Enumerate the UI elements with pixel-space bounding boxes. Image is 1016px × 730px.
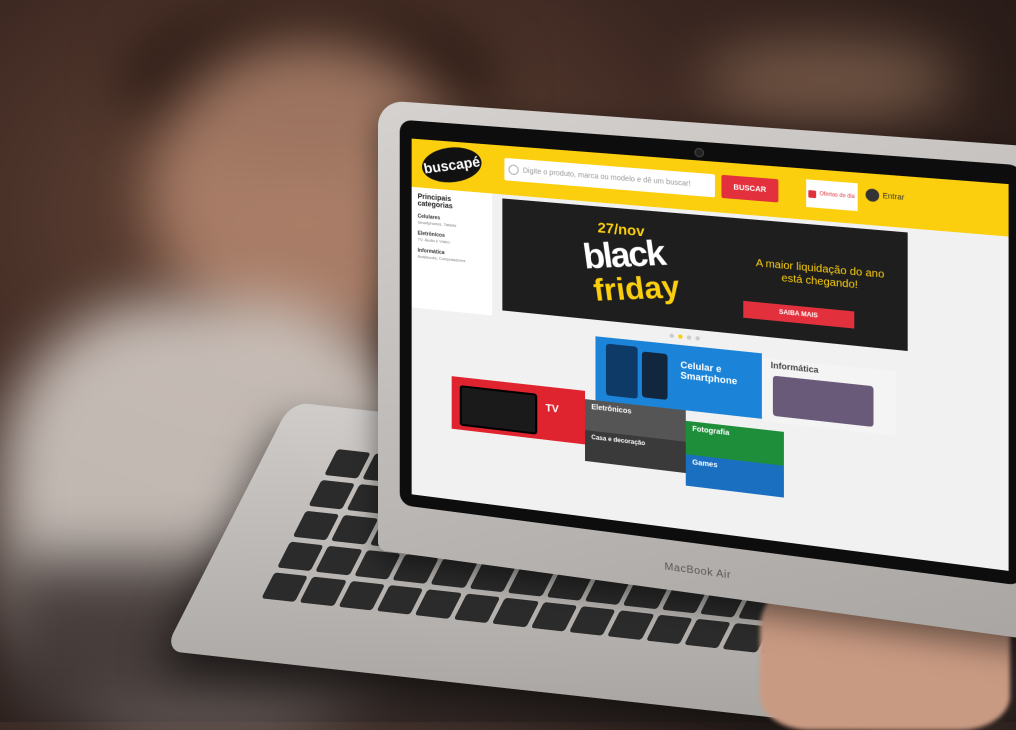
carousel-dot[interactable] — [686, 335, 692, 340]
banner-word-friday: friday — [591, 269, 683, 308]
search-placeholder: Digite o produto, marca ou modelo e dê u… — [522, 166, 691, 188]
banner-cta-button[interactable]: SAIBA MAIS — [743, 300, 855, 329]
laptop-image — [772, 375, 874, 427]
carousel-dot[interactable] — [669, 333, 674, 339]
background-lights — [700, 40, 960, 120]
carousel-dot-active[interactable] — [678, 334, 683, 339]
search-icon — [508, 164, 519, 176]
carousel-dots — [669, 333, 700, 341]
laptop-brand-label: MacBook Air — [664, 561, 732, 582]
sidebar-item-celulares[interactable]: Celulares Smartphones, Tablets — [418, 213, 486, 230]
login-link[interactable]: Entrar — [865, 188, 905, 204]
tile-tv[interactable]: TV — [451, 376, 586, 445]
offers-button[interactable]: Ofertas do dia — [806, 179, 858, 212]
screen-bezel: buscapé Digite o produto, marca ou model… — [399, 119, 1016, 586]
offers-label: Ofertas do dia — [819, 190, 855, 201]
site-logo[interactable]: buscapé — [418, 143, 485, 186]
login-label: Entrar — [882, 192, 905, 202]
phone-image — [605, 343, 638, 399]
camera-icon — [694, 147, 705, 158]
category-sidebar: Principais categorias Celulares Smartpho… — [411, 186, 493, 316]
banner-tagline: A maior liquidação do ano está chegando! — [755, 257, 885, 292]
search-input[interactable]: Digite o produto, marca ou modelo e dê u… — [504, 157, 715, 198]
laptop-lid: buscapé Digite o produto, marca ou model… — [378, 100, 1016, 642]
tile-informatica[interactable]: Informática — [761, 357, 897, 436]
tv-image — [459, 385, 538, 435]
carousel-dot[interactable] — [695, 336, 700, 341]
user-icon — [865, 188, 880, 203]
tag-icon — [808, 189, 817, 198]
sidebar-item-informatica[interactable]: Informática Notebooks, Computadores — [418, 248, 486, 265]
screen: buscapé Digite o produto, marca ou model… — [411, 138, 1009, 571]
keyboard-key — [491, 597, 539, 628]
keyboard-key — [607, 610, 655, 640]
sidebar-title: Principais categorias — [417, 193, 453, 211]
phone-image — [641, 351, 668, 400]
search-button[interactable]: BUSCAR — [721, 174, 779, 203]
sidebar-item-eletronicos[interactable]: Eletrônicos TV, Áudio e Vídeo — [418, 231, 486, 248]
